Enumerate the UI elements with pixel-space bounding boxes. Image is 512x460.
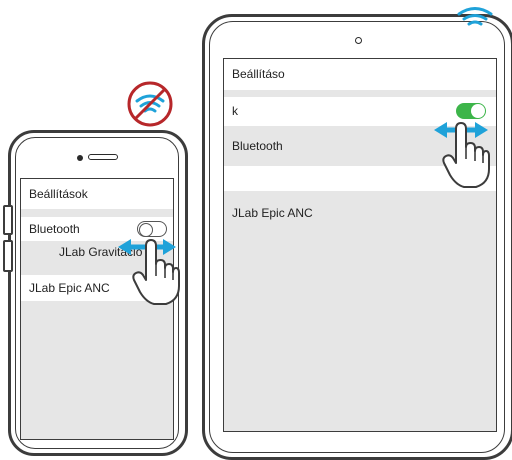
phone-side-button-lower: [3, 240, 13, 272]
wifi-off-icon: [127, 81, 173, 127]
hand-pointer-icon: [132, 239, 180, 305]
phone-title-row: Beállítások: [21, 179, 173, 209]
phone-side-button-upper: [3, 205, 13, 235]
phone-bluetooth-label: Bluetooth: [29, 222, 80, 236]
tablet-device-other-label: JLab Epic ANC: [232, 206, 313, 220]
tablet-device-row-other[interactable]: JLab Epic ANC: [224, 199, 496, 227]
toggle-knob: [471, 104, 485, 118]
toggle-knob: [139, 222, 153, 237]
tablet-settings-title: Beállításo: [232, 67, 285, 81]
phone-device-other-label: JLab Epic ANC: [29, 281, 110, 295]
phone-bluetooth-toggle[interactable]: [137, 221, 167, 237]
hand-pointer-icon: [442, 122, 490, 188]
phone-speaker: [88, 154, 118, 160]
tablet-camera: [355, 37, 362, 44]
tablet-title-row: Beállításo: [224, 59, 496, 90]
phone-settings-title: Beállítások: [29, 187, 88, 201]
tablet-settings-title-continued: k: [232, 104, 238, 118]
tablet-bluetooth-toggle[interactable]: [456, 103, 486, 119]
phone-screen: Beállítások Bluetooth JLab Gravitáció JL…: [20, 178, 174, 440]
wifi-icon: [457, 7, 493, 26]
tablet-screen: Beállításo k Bluetooth JLab Epic ANC: [223, 58, 497, 432]
phone-camera: [77, 155, 83, 161]
tablet-bluetooth-label: Bluetooth: [232, 139, 283, 153]
